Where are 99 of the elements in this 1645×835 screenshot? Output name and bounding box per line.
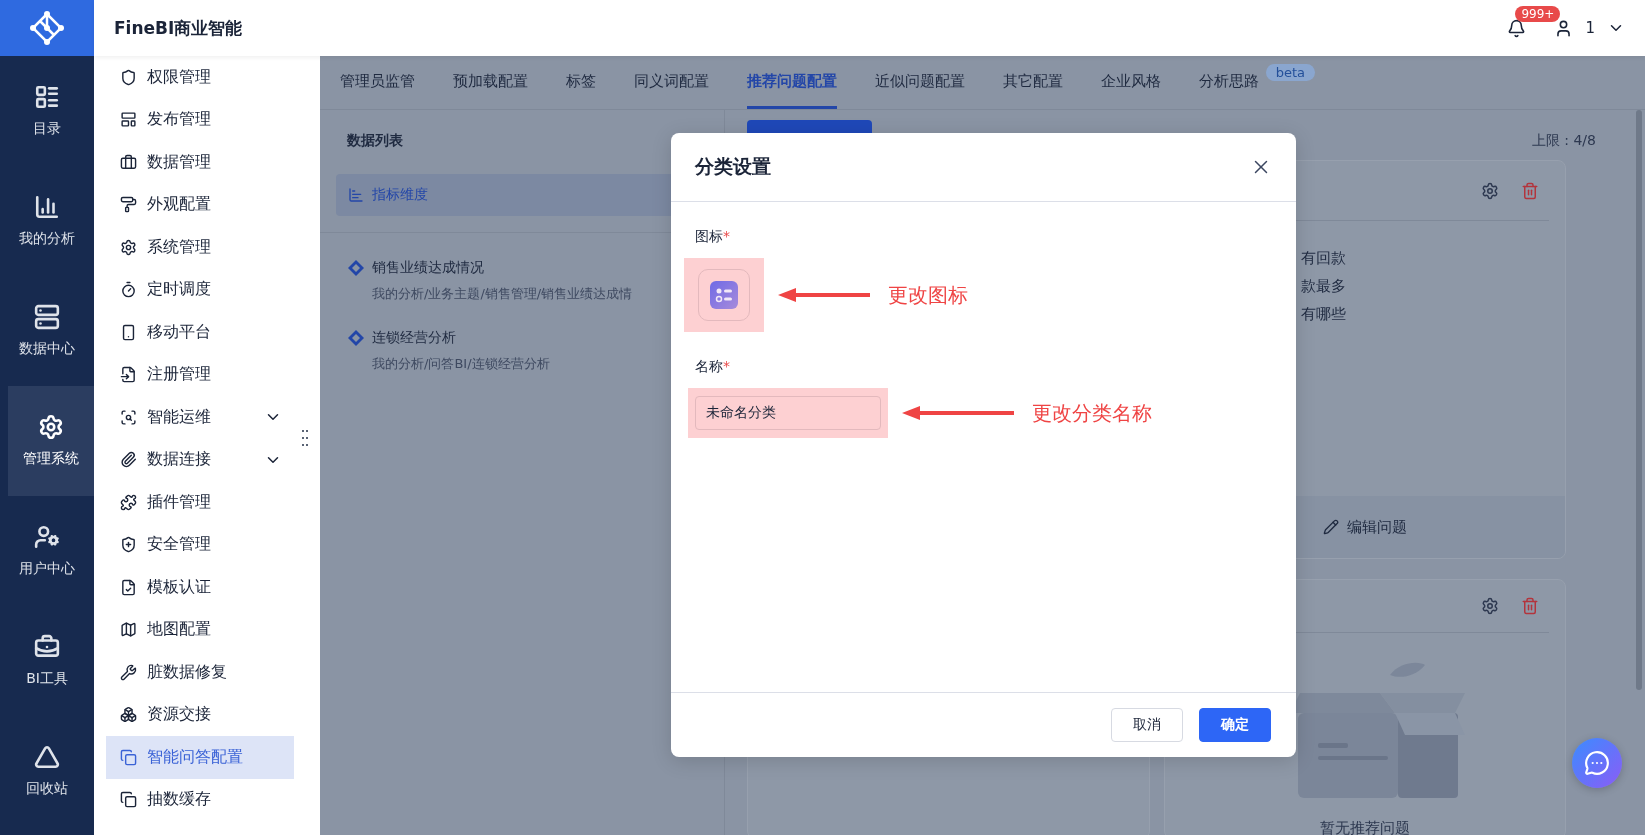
question-text[interactable]: 有哪些 — [1301, 305, 1565, 324]
question-text[interactable]: 款最多 — [1301, 277, 1565, 296]
notification-badge: 999+ — [1515, 5, 1561, 22]
user-icon — [34, 524, 60, 550]
paperclip-icon — [120, 451, 137, 469]
limit-text: 上限 : 4/8 — [1531, 132, 1596, 150]
settings-icon — [38, 414, 64, 440]
icon-picker[interactable] — [698, 269, 750, 321]
rail-item[interactable]: 我的分析 — [0, 166, 94, 276]
rail-label: 用户中心 — [19, 560, 75, 578]
toolbox-icon — [34, 634, 60, 660]
tab[interactable]: 管理员监管 — [340, 56, 415, 109]
tab[interactable]: 企业风格 — [1101, 56, 1161, 109]
question-text[interactable]: 有回款 — [1301, 249, 1565, 268]
tab[interactable]: 预加载配置 — [453, 56, 528, 109]
app-title: FineBI商业智能 — [114, 16, 243, 40]
logo-icon — [30, 11, 64, 45]
scan-icon — [120, 408, 137, 426]
menu-item[interactable]: 定时调度 — [106, 268, 294, 311]
menu-item[interactable]: 脏数据修复 — [106, 651, 294, 694]
puzzle-icon — [120, 493, 137, 511]
shield-icon — [120, 68, 137, 86]
tab[interactable]: 近似问题配置 — [875, 56, 965, 109]
menu-item[interactable]: 地图配置 — [106, 608, 294, 651]
item-path: 我的分析/问答BI/连锁经营分析 — [372, 355, 550, 373]
menu-item[interactable]: 发布管理 — [106, 98, 294, 141]
menu-item[interactable]: 模板认证 — [106, 566, 294, 609]
triangle-icon — [34, 744, 60, 770]
rail-label: 回收站 — [26, 780, 68, 798]
rail-label: 管理系统 — [23, 450, 79, 468]
rail-label: 数据中心 — [19, 340, 75, 358]
rail-label: BI工具 — [26, 670, 68, 688]
menu-item[interactable]: 插件管理 — [106, 481, 294, 524]
bell-icon[interactable] — [1507, 18, 1527, 38]
file-check-icon — [120, 578, 137, 596]
rail-item[interactable]: 管理系统 — [8, 386, 94, 496]
diamond-icon — [348, 260, 364, 276]
field-label: 名称* — [695, 358, 731, 376]
list-icon — [34, 84, 60, 110]
menu-item[interactable]: 数据管理 — [106, 141, 294, 184]
layout-icon — [120, 111, 137, 129]
tab[interactable]: 同义词配置 — [634, 56, 709, 109]
bar-chart-icon — [34, 194, 60, 220]
settings-icon — [120, 238, 137, 256]
panel-title: 数据列表 — [347, 132, 404, 150]
tab[interactable]: 标签 — [566, 56, 596, 109]
menu-item[interactable]: 移动平台 — [106, 311, 294, 354]
timer-icon — [120, 281, 137, 299]
user-name[interactable]: 1 — [1585, 19, 1595, 37]
menu-item[interactable]: 抽数缓存 — [106, 778, 294, 821]
annotation-text: 更改分类名称 — [1032, 399, 1152, 427]
item-path: 我的分析/业务主题/销售管理/销售业绩达成情 — [372, 285, 633, 303]
briefcase-icon — [120, 153, 137, 171]
copy-icon — [120, 748, 137, 766]
menu-item[interactable]: 数据连接 — [106, 438, 294, 481]
beta-badge: beta — [1265, 64, 1315, 81]
list-icon — [710, 281, 738, 309]
menu-item[interactable]: 资源交接 — [106, 693, 294, 736]
chat-icon — [1584, 750, 1610, 776]
map-icon — [120, 621, 137, 639]
rail-label: 我的分析 — [19, 230, 75, 248]
rail-item[interactable]: 回收站 — [0, 716, 94, 826]
scrollbar[interactable] — [1636, 110, 1642, 690]
field-label: 图标* — [695, 228, 731, 246]
tab[interactable]: 其它配置 — [1003, 56, 1063, 109]
rail-item[interactable]: 目录 — [0, 56, 94, 166]
item-title[interactable]: 连锁经营分析 — [372, 329, 456, 347]
menu-item[interactable]: 安全管理 — [106, 523, 294, 566]
drag-handle[interactable] — [302, 430, 308, 448]
boxes-icon — [120, 706, 137, 724]
menu-item[interactable]: 外观配置 — [106, 183, 294, 226]
menu-item[interactable]: 注册管理 — [106, 353, 294, 396]
menu-item[interactable]: 系统管理 — [106, 226, 294, 269]
confirm-button[interactable]: 确定 — [1199, 708, 1271, 742]
empty-text: 暂无推荐问题 — [1320, 819, 1410, 835]
rail-label: 目录 — [33, 120, 61, 138]
settings-icon[interactable] — [1481, 181, 1499, 200]
menu-item[interactable]: 智能运维 — [106, 396, 294, 439]
paint-roller-icon — [120, 196, 137, 214]
phone-icon — [120, 323, 137, 341]
menu-item[interactable]: 权限管理 — [106, 56, 294, 99]
wrench-icon — [120, 663, 137, 681]
chart-icon — [348, 187, 364, 203]
cancel-button[interactable]: 取消 — [1111, 708, 1183, 742]
edit-link[interactable]: 编辑问题 — [1323, 517, 1407, 537]
file-icon — [120, 366, 137, 384]
server-icon — [34, 304, 60, 330]
shield-plus-icon — [120, 536, 137, 554]
settings-icon[interactable] — [1481, 597, 1499, 615]
rail-item[interactable]: 数据中心 — [0, 276, 94, 386]
item-title[interactable]: 销售业绩达成情况 — [372, 259, 484, 277]
diamond-icon — [348, 330, 364, 346]
copy-icon — [120, 791, 137, 809]
pencil-icon — [1323, 519, 1339, 535]
annotation-text: 更改图标 — [888, 281, 968, 309]
menu-item[interactable]: 智能问答配置 — [106, 736, 294, 779]
rail-item[interactable]: BI工具 — [0, 606, 94, 716]
rail-item[interactable]: 用户中心 — [0, 496, 94, 606]
name-field[interactable]: 未命名分类 — [695, 396, 881, 430]
